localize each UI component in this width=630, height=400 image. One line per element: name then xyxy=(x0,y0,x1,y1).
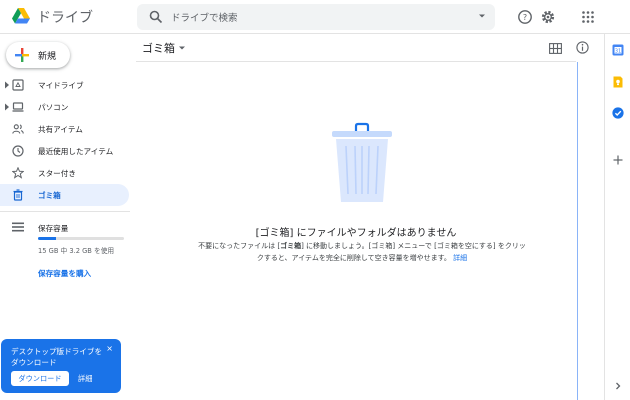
sidebar-item-my-drive[interactable]: マイドライブ xyxy=(0,74,130,96)
tasks-icon[interactable] xyxy=(612,107,624,119)
new-button[interactable]: 新規 xyxy=(6,42,70,68)
sidebar-item-label: スター付き xyxy=(38,169,76,178)
sidebar-item-shared[interactable]: 共有アイテム xyxy=(0,118,130,140)
storage-icon xyxy=(12,222,24,232)
expand-arrow-icon[interactable] xyxy=(4,81,10,89)
toast-title: デスクトップ版ドライブをダウンロード xyxy=(11,347,103,367)
star-icon xyxy=(12,167,24,179)
storage-usage-fill xyxy=(38,237,57,240)
search-placeholder[interactable]: ドライブで検索 xyxy=(171,10,238,24)
toast-details-link[interactable]: 詳細 xyxy=(78,374,92,384)
apps-icon[interactable] xyxy=(580,9,596,25)
shared-icon xyxy=(12,124,24,134)
app-title[interactable]: ドライブ xyxy=(37,7,93,27)
scroll-edge xyxy=(577,62,578,400)
my-drive-icon xyxy=(12,79,24,91)
page-title[interactable]: ゴミ箱 xyxy=(142,40,175,56)
buy-storage-link[interactable]: 保存容量を購入 xyxy=(38,268,91,279)
empty-state-description: 不要になったファイルは [ゴミ箱] に移動しましょう。[ゴミ箱] メニューで [… xyxy=(197,240,527,264)
sidebar-item-label: 共有アイテム xyxy=(38,125,83,134)
storage-usage-text: 15 GB 中 3.2 GB を使用 xyxy=(38,247,115,255)
sidebar-item-label: 最近使用したアイテム xyxy=(38,147,114,156)
add-icon[interactable] xyxy=(612,154,624,166)
keep-icon[interactable] xyxy=(612,76,624,88)
search-bar[interactable]: ドライブで検索 xyxy=(137,4,495,30)
svg-text:?: ? xyxy=(523,13,527,22)
computer-icon xyxy=(12,102,24,112)
grid-view-icon[interactable] xyxy=(549,43,562,54)
empty-trash-illustration-icon xyxy=(332,122,392,202)
storage-usage-bar xyxy=(38,237,124,240)
empty-state-title: [ゴミ箱] にファイルやフォルダはありません xyxy=(255,228,457,239)
sidebar-nav: マイドライブ パソコン 共有アイテム 最近使用したアイテム スター付き ゴミ箱 xyxy=(0,74,130,206)
trash-icon xyxy=(13,189,23,201)
learn-more-link[interactable]: 詳細 xyxy=(453,254,467,262)
sidebar-item-label: マイドライブ xyxy=(38,81,84,90)
sidebar-item-recent[interactable]: 最近使用したアイテム xyxy=(0,140,130,162)
chevron-down-icon[interactable] xyxy=(178,45,186,51)
sidebar-item-label: パソコン xyxy=(38,103,69,112)
side-panel: 31 xyxy=(604,34,630,400)
top-bar: ドライブ ドライブで検索 ? xyxy=(0,0,630,34)
download-button[interactable]: ダウンロード xyxy=(11,371,69,386)
new-button-label: 新規 xyxy=(38,52,57,62)
toolbar-divider xyxy=(136,61,576,62)
empty-desc-text: 不要になったファイルは [ xyxy=(198,242,281,250)
desktop-download-toast: デスクトップ版ドライブをダウンロード × ダウンロード 詳細 xyxy=(1,339,121,393)
drive-app: ドライブ ドライブで検索 ? 新規 マイドライブ パソコン 共有アイテム 最近使… xyxy=(0,0,630,400)
sidebar-item-computers[interactable]: パソコン xyxy=(0,96,130,118)
sidebar-divider xyxy=(0,211,130,212)
drive-logo-icon[interactable] xyxy=(12,8,30,24)
empty-desc-bold: ゴミ箱 xyxy=(280,242,302,250)
clock-icon xyxy=(12,145,24,157)
search-options-icon[interactable] xyxy=(477,11,487,21)
svg-text:31: 31 xyxy=(615,49,621,55)
expand-arrow-icon[interactable] xyxy=(4,103,10,111)
close-icon[interactable]: × xyxy=(106,344,113,353)
help-icon[interactable]: ? xyxy=(517,9,533,25)
search-icon[interactable] xyxy=(149,10,163,24)
plus-icon xyxy=(15,48,29,62)
sidebar-item-starred[interactable]: スター付き xyxy=(0,162,130,184)
chevron-right-icon[interactable] xyxy=(612,380,624,392)
calendar-icon[interactable]: 31 xyxy=(612,44,624,56)
sidebar-item-trash[interactable]: ゴミ箱 xyxy=(0,184,129,206)
settings-icon[interactable] xyxy=(540,9,556,25)
storage-title[interactable]: 保存容量 xyxy=(38,223,68,234)
info-icon[interactable] xyxy=(576,41,589,54)
sidebar-item-label: ゴミ箱 xyxy=(38,191,61,200)
